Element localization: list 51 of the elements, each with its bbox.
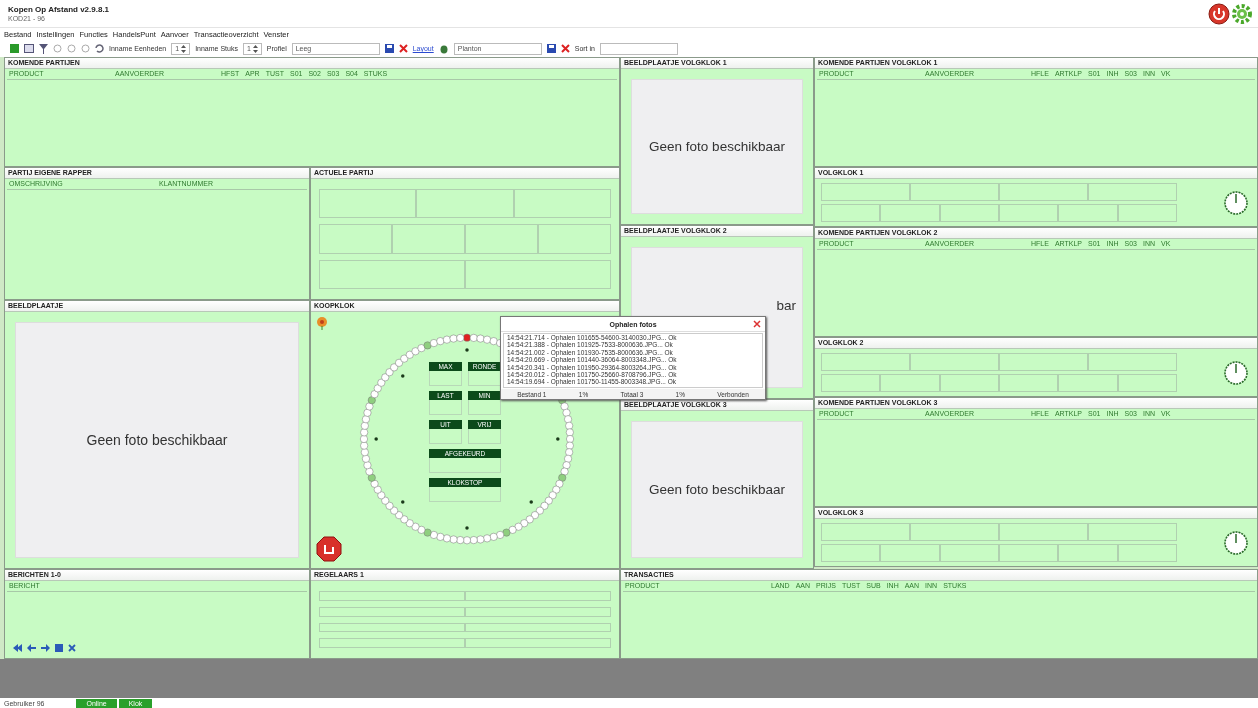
value-cell (429, 400, 462, 415)
save-icon[interactable] (546, 44, 556, 53)
placeholder-text: Geen foto beschikbaar (649, 482, 785, 497)
stop-icon[interactable] (316, 536, 342, 562)
previous-icon[interactable] (27, 644, 36, 652)
spinner-arrows-icon[interactable] (181, 44, 187, 53)
display-cell (821, 204, 881, 222)
placeholder-text: Geen foto beschikbaar (86, 432, 228, 448)
display-cell (880, 544, 940, 562)
display-cell (880, 374, 940, 392)
close-icon[interactable] (753, 320, 761, 328)
display-cell (1117, 544, 1177, 562)
display-cell (821, 374, 881, 392)
display-cell (939, 544, 999, 562)
refresh-icon[interactable] (95, 44, 104, 53)
value-cell (468, 429, 501, 444)
window-icon[interactable] (24, 44, 34, 53)
spinner-arrows-icon[interactable] (252, 44, 258, 53)
flower-icon (315, 316, 329, 330)
value-cell (429, 487, 501, 502)
first-icon[interactable] (13, 644, 22, 652)
value-cell (468, 400, 501, 415)
display-cell (999, 544, 1059, 562)
delete-icon[interactable] (560, 44, 570, 53)
clock-icon (1223, 189, 1249, 216)
display-cell (821, 544, 881, 562)
save-icon[interactable] (384, 44, 394, 53)
display-cell (1058, 374, 1118, 392)
power-icon[interactable] (1208, 2, 1230, 25)
display-cell (999, 374, 1059, 392)
display-cell (1058, 204, 1118, 222)
next-icon[interactable] (41, 644, 50, 652)
display-cell (1058, 544, 1118, 562)
clock-icon (1223, 359, 1249, 386)
beetle-icon (438, 43, 449, 54)
value-cell (429, 429, 462, 444)
display-cell (1117, 374, 1177, 392)
display-cell (1117, 204, 1177, 222)
display-cell (939, 204, 999, 222)
clock-icon (1223, 529, 1249, 556)
filter-icon[interactable] (39, 43, 48, 54)
display-cell (939, 374, 999, 392)
window-title: Kopen Op Afstand v2.9.8.1 (8, 5, 110, 14)
placeholder-text: bar (776, 298, 796, 313)
delete-icon[interactable] (398, 44, 408, 53)
value-cell (429, 458, 501, 473)
display-cell (880, 204, 940, 222)
placeholder-text: Geen foto beschikbaar (649, 139, 785, 154)
display-cell (999, 204, 1059, 222)
value-cell (429, 371, 462, 386)
close-icon[interactable] (68, 644, 76, 652)
